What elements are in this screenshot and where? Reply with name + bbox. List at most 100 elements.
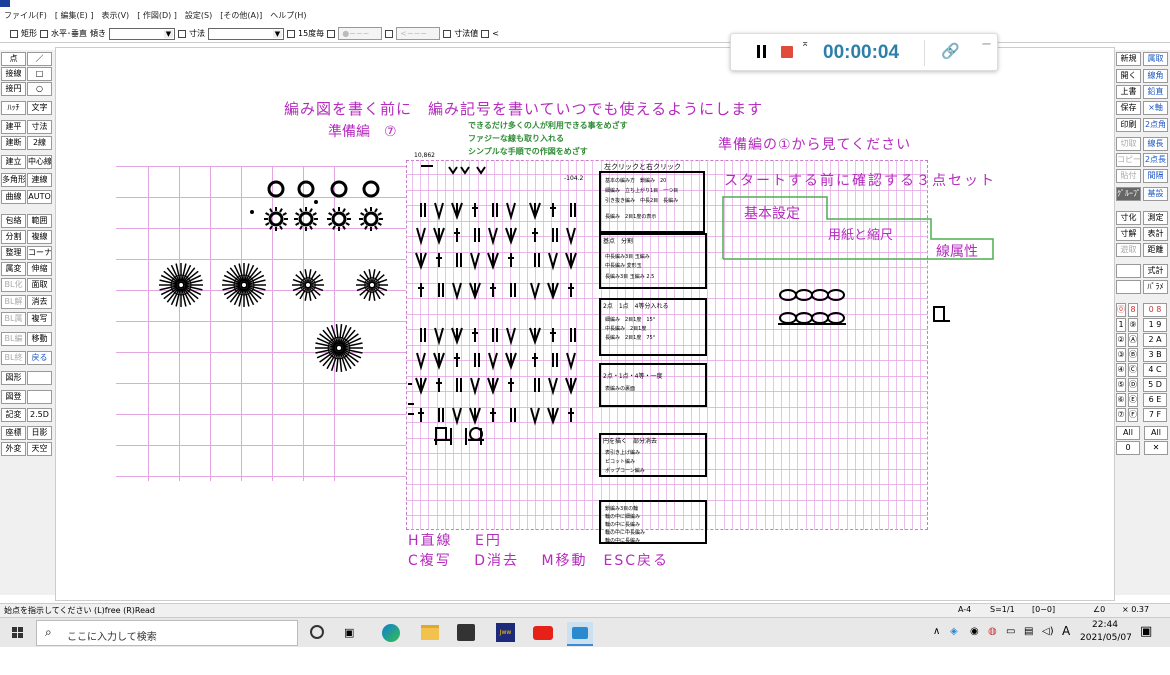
left-tool-button[interactable]: 座標 — [1, 426, 26, 440]
drawing-canvas[interactable]: 編み図を書く前に 編み記号を書いていつでも使えるようにします 準備編 ⑦ できる… — [55, 47, 1115, 601]
tray-security-icon[interactable]: ◍ — [988, 626, 997, 637]
left-tool-button[interactable]: 消去 — [27, 295, 52, 309]
left-tool-button[interactable]: 曲線 — [1, 190, 26, 204]
tray-camera-icon[interactable]: ◉ — [970, 626, 979, 637]
right-tool-button[interactable]: 式計 — [1143, 264, 1168, 278]
layer-button[interactable]: Ⓒ — [1128, 363, 1138, 377]
active-app-icon[interactable] — [567, 622, 593, 646]
left-tool-button[interactable]: 日影 — [27, 426, 52, 440]
menu-help[interactable]: ヘルプ(H) — [270, 10, 306, 21]
layer-button[interactable]: Ⓑ — [1128, 348, 1138, 362]
right-tool-button[interactable]: 測定 — [1143, 211, 1168, 225]
left-tool-button[interactable]: 複線 — [27, 230, 52, 244]
layer-zero-button[interactable]: 0 — [1116, 441, 1140, 455]
menu-view[interactable]: 表示(V) — [101, 10, 129, 21]
menu-file[interactable]: ファイル(F) — [4, 10, 47, 21]
circle-option-button[interactable]: ●−−− — [338, 27, 383, 40]
layer-button[interactable]: ⓪ — [1116, 303, 1126, 317]
layer-button[interactable]: ② — [1116, 333, 1126, 347]
left-tool-button[interactable]: 包絡 — [1, 214, 26, 228]
left-tool-button[interactable]: 記変 — [1, 408, 26, 422]
layer-button[interactable]: 1 9 — [1143, 318, 1167, 332]
layer-button[interactable]: 3 B — [1143, 348, 1167, 362]
left-tool-button[interactable]: 外変 — [1, 442, 26, 456]
layer-button[interactable]: 1 — [1116, 318, 1126, 332]
link-icon[interactable]: 🔗 — [941, 42, 960, 60]
right-tool-button[interactable]: 基設 — [1143, 187, 1168, 201]
left-tool-button[interactable]: 属変 — [1, 262, 26, 276]
left-tool-button[interactable]: コーナー — [27, 246, 52, 260]
left-tool-button[interactable]: 移動 — [27, 332, 52, 346]
right-tool-button[interactable]: コピー — [1116, 153, 1141, 167]
cortana-icon[interactable] — [310, 625, 324, 639]
volume-icon[interactable]: ◁) — [1042, 626, 1054, 637]
left-tool-button[interactable]: BL終 — [1, 351, 26, 365]
left-tool-button[interactable]: 建立 — [1, 155, 26, 169]
dimval-checkbox[interactable] — [443, 29, 452, 38]
layer-button[interactable]: 5 D — [1143, 378, 1167, 392]
left-tool-button[interactable]: 面取 — [27, 278, 52, 292]
rect-checkbox[interactable] — [10, 29, 18, 38]
left-tool-button[interactable]: 天空 — [27, 442, 52, 456]
left-tool-button[interactable]: 接線 — [1, 67, 26, 81]
store-icon[interactable] — [457, 624, 475, 641]
right-tool-button[interactable]: 印刷 — [1116, 118, 1141, 132]
right-tool-button[interactable]: 切取 — [1116, 137, 1141, 151]
file-explorer-icon[interactable] — [421, 625, 439, 640]
clock-date[interactable]: 2021/05/07 — [1080, 633, 1132, 643]
right-tool-button[interactable]: ｸﾞﾙｰﾌﾟ — [1116, 187, 1141, 201]
layer-button[interactable]: ⑦ — [1116, 408, 1126, 422]
lt-checkbox[interactable] — [481, 29, 490, 38]
tray-chevron-icon[interactable]: ∧ — [933, 626, 940, 637]
layer-all-left-button[interactable]: All — [1116, 426, 1140, 440]
layer-x-button[interactable]: ✕ — [1144, 441, 1168, 455]
layer-button[interactable]: 7 F — [1143, 408, 1167, 422]
right-tool-button[interactable]: 寸解 — [1116, 227, 1141, 241]
left-tool-button[interactable]: 多角形 — [1, 173, 26, 187]
left-tool-button[interactable] — [27, 371, 52, 385]
recorder-minimize[interactable]: − — [981, 37, 992, 52]
clock-time[interactable]: 22:44 — [1092, 620, 1118, 630]
left-tool-button[interactable]: 2.5D — [27, 408, 52, 422]
left-tool-button[interactable]: BL解 — [1, 295, 26, 309]
left-tool-button[interactable]: ／ — [27, 52, 52, 66]
right-tool-button[interactable]: 寸化 — [1116, 211, 1141, 225]
left-tool-button[interactable]: 建平 — [1, 120, 26, 134]
layer-button[interactable]: Ⓕ — [1128, 408, 1138, 422]
layer-button[interactable]: Ⓓ — [1128, 378, 1138, 392]
right-tool-button[interactable]: ×軸 — [1143, 101, 1168, 115]
left-tool-button[interactable]: 図形 — [1, 371, 26, 385]
minimize-window-icon[interactable]: — — [1110, 0, 1120, 5]
circle-option-checkbox[interactable] — [327, 29, 336, 38]
left-tool-button[interactable]: 伸縮 — [27, 262, 52, 276]
right-tool-button[interactable]: 保存 — [1116, 101, 1141, 115]
right-tool-button[interactable] — [1116, 280, 1141, 294]
slope-combo[interactable]: ▼ — [109, 27, 175, 40]
taskbar-search-box[interactable]: ⌕ ここに入力して検索 — [36, 620, 298, 646]
left-tool-button[interactable]: 整理 — [1, 246, 26, 260]
pause-icon[interactable] — [757, 45, 760, 58]
menu-other[interactable]: [その他(A)] — [220, 10, 262, 21]
arrow-option-checkbox[interactable] — [385, 29, 394, 38]
left-tool-button[interactable]: 2線 — [27, 136, 52, 150]
layer-button[interactable]: ⑨ — [1128, 318, 1138, 332]
left-tool-button[interactable]: BL属 — [1, 312, 26, 326]
layer-button[interactable]: 4 C — [1143, 363, 1167, 377]
right-tool-button[interactable]: 表計 — [1143, 227, 1168, 241]
right-tool-button[interactable]: 上書 — [1116, 85, 1141, 99]
left-tool-button[interactable]: BL化 — [1, 278, 26, 292]
menu-edit[interactable]: [ 編集(E) ] — [55, 10, 94, 21]
right-tool-button[interactable] — [1116, 264, 1141, 278]
left-tool-button[interactable]: BL編 — [1, 332, 26, 346]
layer-button[interactable]: ⑤ — [1116, 378, 1126, 392]
layer-button[interactable]: ③ — [1116, 348, 1126, 362]
stop-icon[interactable] — [781, 46, 793, 58]
network-icon[interactable]: ▤ — [1024, 626, 1033, 637]
ime-indicator[interactable]: A — [1062, 624, 1070, 638]
left-tool-button[interactable]: 建断 — [1, 136, 26, 150]
right-tool-button[interactable]: 開く — [1116, 69, 1141, 83]
arrow-option-button[interactable]: <−−− — [396, 27, 441, 40]
layer-button[interactable]: Ⓐ — [1128, 333, 1138, 347]
right-tool-button[interactable]: 2点角 — [1143, 118, 1168, 132]
layer-button[interactable]: 0 8 — [1143, 303, 1167, 317]
